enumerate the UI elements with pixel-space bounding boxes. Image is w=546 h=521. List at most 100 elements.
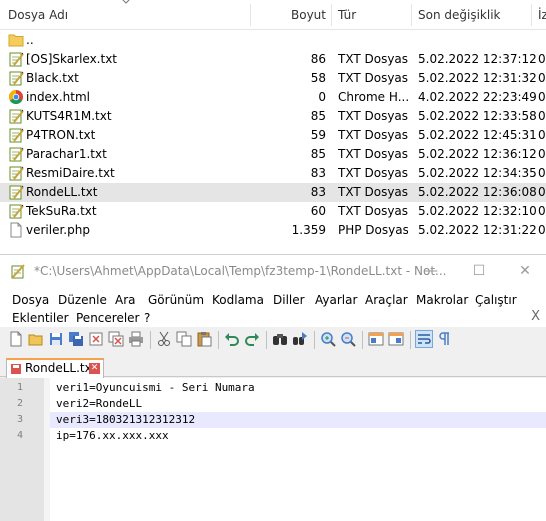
file-row[interactable]: RondeLL.txt 83 TXT Dosyası 5.02.2022 12:36:… xyxy=(0,183,546,202)
code-line[interactable]: ip=176.xx.xxx.xxx xyxy=(50,428,546,444)
code-line[interactable]: veri3=180321312312312 xyxy=(50,412,546,428)
save-all-icon[interactable] xyxy=(68,331,84,347)
line-number: 1 xyxy=(16,382,24,393)
find-icon[interactable] xyxy=(272,331,288,347)
chrome-icon xyxy=(8,89,24,105)
column-divider[interactable] xyxy=(331,4,332,26)
sync-vertical-icon[interactable] xyxy=(368,331,384,347)
column-header-extra[interactable]: İz xyxy=(538,0,546,30)
close-window-button[interactable]: ✕ xyxy=(502,255,546,287)
line-number: 3 xyxy=(16,414,24,425)
file-type: TXT Dosyası xyxy=(338,204,408,218)
zoom-in-icon[interactable] xyxy=(320,331,336,347)
file-row[interactable]: Black.txt 58 TXT Dosyası 5.02.2022 12:31:32… xyxy=(0,69,546,88)
undo-icon[interactable] xyxy=(224,331,240,347)
file-type: Chrome H... xyxy=(338,90,408,104)
open-file-icon[interactable] xyxy=(28,331,44,347)
file-extra: 06 xyxy=(538,52,546,66)
new-file-icon[interactable] xyxy=(8,331,24,347)
file-type: TXT Dosyası xyxy=(338,109,408,123)
file-extra: 06 xyxy=(538,204,546,218)
file-type: TXT Dosyası xyxy=(338,185,408,199)
menu-help[interactable]: ? xyxy=(144,309,150,327)
close-file-icon[interactable] xyxy=(88,331,104,347)
file-list-header: Dosya Adı Boyut Tür Son değişiklik İz xyxy=(0,0,546,30)
menu-file[interactable]: Dosya xyxy=(12,291,49,309)
file-modified: 5.02.2022 12:36:12 xyxy=(418,147,536,161)
menu-view[interactable]: Görünüm xyxy=(148,291,204,309)
notepad-file-icon xyxy=(8,184,24,200)
line-number: 2 xyxy=(16,398,24,409)
file-row[interactable]: KUTS4R1M.txt 85 TXT Dosyası 5.02.2022 12:33… xyxy=(0,107,546,126)
column-divider[interactable] xyxy=(411,4,412,26)
zoom-out-icon[interactable] xyxy=(340,331,356,347)
column-divider[interactable] xyxy=(531,4,532,26)
sync-horizontal-icon[interactable] xyxy=(388,331,404,347)
menu-tools[interactable]: Araçlar xyxy=(365,291,408,309)
notepad-file-icon xyxy=(8,70,24,86)
column-header-name[interactable]: Dosya Adı xyxy=(8,0,68,30)
file-size xyxy=(260,31,326,50)
copy-icon[interactable] xyxy=(176,331,192,347)
minimize-button[interactable]: — xyxy=(408,255,454,287)
menu-plugins[interactable]: Eklentiler xyxy=(12,309,69,327)
file-size: 85 xyxy=(310,109,326,123)
file-row[interactable]: index.html 0 Chrome H... 4.02.2022 22:23:49… xyxy=(0,88,546,107)
menu-encoding[interactable]: Kodlama xyxy=(212,291,264,309)
column-divider[interactable] xyxy=(250,4,251,26)
file-row[interactable]: Parachar1.txt 85 TXT Dosyası 5.02.2022 12:3… xyxy=(0,145,546,164)
folder-icon xyxy=(8,32,24,48)
column-header-type[interactable]: Tür xyxy=(338,0,356,30)
file-row[interactable]: ResmiDaire.txt 83 TXT Dosyası 5.02.2022 12:… xyxy=(0,164,546,183)
file-row[interactable]: TekSuRa.txt 60 TXT Dosyası 5.02.2022 12:32:… xyxy=(0,202,546,221)
file-type: TXT Dosyası xyxy=(338,71,408,85)
toolbar xyxy=(0,327,546,353)
print-icon[interactable] xyxy=(128,331,144,347)
file-extra: 06 xyxy=(538,166,546,180)
file-name: [OS]Skarlex.txt xyxy=(26,52,118,66)
show-all-characters-icon[interactable] xyxy=(436,331,452,347)
code-line[interactable]: veri1=Oyuncuismi - Seri Numara xyxy=(50,380,546,396)
file-size: 1.359 xyxy=(291,223,326,237)
menu-edit[interactable]: Düzenle xyxy=(58,291,107,309)
notepad-file-icon xyxy=(8,146,24,162)
menu-run[interactable]: Çalıştır xyxy=(475,291,517,309)
unsaved-file-icon xyxy=(11,364,21,374)
file-modified: 5.02.2022 12:36:08 xyxy=(418,185,536,199)
menu-settings[interactable]: Ayarlar xyxy=(315,291,357,309)
tab-rondell[interactable]: RondeLL.txt ✕ xyxy=(6,358,104,378)
file-row[interactable]: [OS]Skarlex.txt 86 TXT Dosyası 5.02.2022 12… xyxy=(0,50,546,69)
text-editor[interactable]: 1 2 3 4 veri1=Oyuncuismi - Seri Numara veri2… xyxy=(0,378,546,521)
menu-language[interactable]: Diller xyxy=(273,291,305,309)
file-size: 86 xyxy=(310,52,326,66)
column-header-date[interactable]: Son değişiklik xyxy=(418,0,500,30)
file-row[interactable]: .. xyxy=(0,31,546,50)
window-title: *C:\Users\Ahmet\AppData\Local\Temp\fz3te… xyxy=(34,264,447,278)
close-all-icon[interactable] xyxy=(108,331,124,347)
toolbar-separator xyxy=(150,331,151,349)
sort-arrow-icon xyxy=(122,0,130,4)
menu-search[interactable]: Ara xyxy=(115,291,136,309)
tab-close-icon[interactable]: ✕ xyxy=(89,363,100,374)
notepad-file-icon xyxy=(8,203,24,219)
file-size: 83 xyxy=(310,166,326,180)
file-row[interactable]: P4TRON.txt 59 TXT Dosyası 5.02.2022 12:45:3… xyxy=(0,126,546,145)
title-bar[interactable]: *C:\Users\Ahmet\AppData\Local\Temp\fz3te… xyxy=(0,255,546,287)
save-icon[interactable] xyxy=(48,331,64,347)
tab-label: RondeLL.txt xyxy=(25,361,97,375)
line-number-gutter: 1 2 3 4 xyxy=(0,378,44,521)
file-row[interactable]: veriler.php 1.359 PHP Dosyası 5.02.2022 12:… xyxy=(0,221,546,238)
maximize-button[interactable]: ☐ xyxy=(456,255,502,287)
menu-macro[interactable]: Makrolar xyxy=(416,291,468,309)
menu-window[interactable]: Pencereler xyxy=(76,309,139,327)
replace-icon[interactable] xyxy=(292,331,308,347)
word-wrap-icon[interactable] xyxy=(415,330,433,348)
redo-icon[interactable] xyxy=(244,331,260,347)
close-document-button[interactable]: X xyxy=(531,309,540,324)
cut-icon[interactable] xyxy=(156,331,172,347)
column-header-size[interactable]: Boyut xyxy=(266,0,326,30)
file-size: 83 xyxy=(310,185,326,199)
file-type: TXT Dosyası xyxy=(338,147,408,161)
code-line[interactable]: veri2=RondeLL xyxy=(50,396,546,412)
paste-icon[interactable] xyxy=(196,331,212,347)
